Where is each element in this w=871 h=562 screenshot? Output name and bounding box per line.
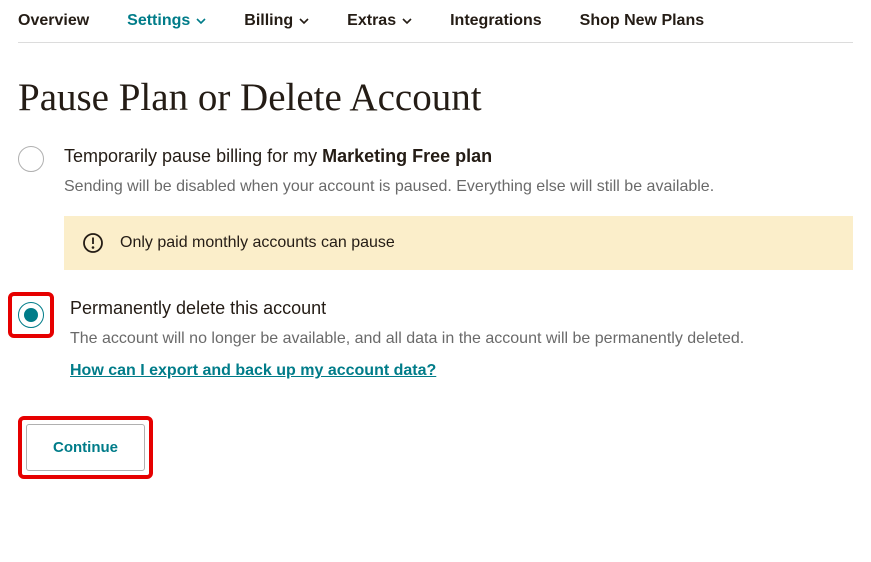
chevron-down-icon [402,16,412,26]
actions: Continue [18,416,853,479]
tab-extras[interactable]: Extras [347,12,412,30]
tab-settings-label: Settings [127,12,190,30]
option-pause-desc: Sending will be disabled when your accou… [64,175,853,198]
top-tabs: Overview Settings Billing Extras Integra… [18,8,853,43]
export-data-link[interactable]: How can I export and back up my account … [70,362,436,380]
option-delete: Permanently delete this account The acco… [18,298,853,380]
tab-billing-label: Billing [244,12,293,30]
pause-warning-text: Only paid monthly accounts can pause [120,234,395,252]
pause-warning: Only paid monthly accounts can pause [64,216,853,270]
tab-settings[interactable]: Settings [127,12,206,30]
radio-delete[interactable] [18,302,44,328]
radio-pause[interactable] [18,146,44,172]
highlight-radio-delete [8,292,54,338]
tab-integrations[interactable]: Integrations [450,12,542,30]
option-delete-desc: The account will no longer be available,… [70,327,853,350]
option-delete-title: Permanently delete this account [70,298,853,319]
option-pause-title-prefix: Temporarily pause billing for my [64,146,322,166]
alert-icon [82,232,104,254]
chevron-down-icon [196,16,206,26]
continue-button[interactable]: Continue [26,424,145,471]
plan-name: Marketing Free plan [322,146,492,166]
tab-overview[interactable]: Overview [18,12,89,30]
page-title: Pause Plan or Delete Account [18,75,853,120]
tab-shop-new-plans[interactable]: Shop New Plans [580,12,704,30]
highlight-continue: Continue [18,416,153,479]
option-pause-title: Temporarily pause billing for my Marketi… [64,146,853,167]
chevron-down-icon [299,16,309,26]
tab-extras-label: Extras [347,12,396,30]
tab-billing[interactable]: Billing [244,12,309,30]
option-pause: Temporarily pause billing for my Marketi… [18,146,853,270]
